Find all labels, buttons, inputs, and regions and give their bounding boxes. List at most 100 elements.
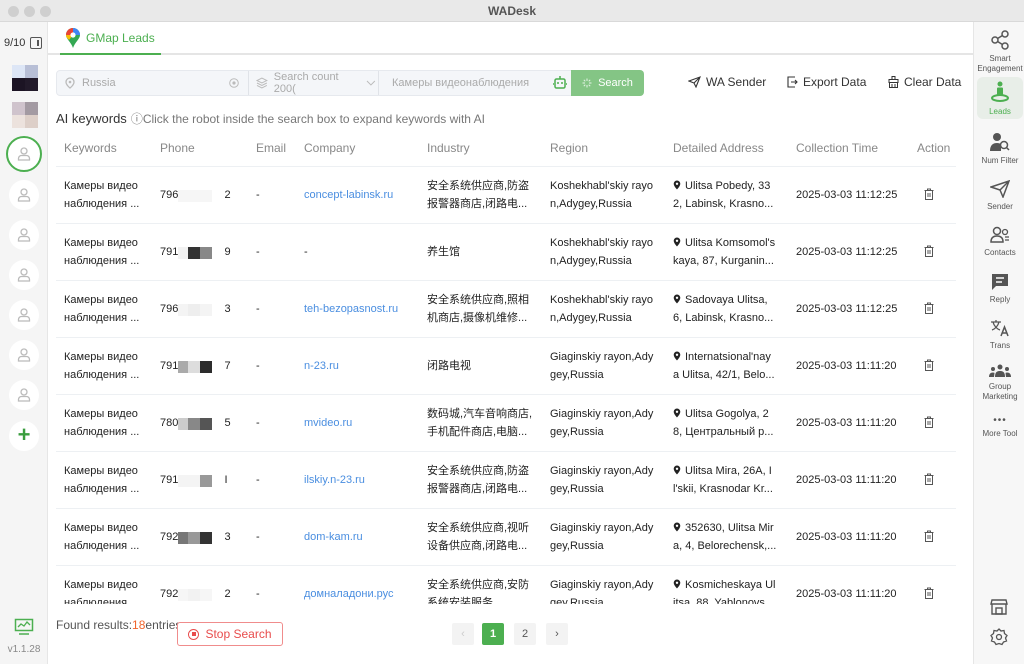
collection-time-cell: 2025-03-03 11:11:20 [796,588,897,600]
table-row[interactable]: Камеры видео наблюдения ... 7918 7- n-23.ru 闭… [56,337,956,394]
delete-trash-icon[interactable] [924,302,934,314]
column-keywords: Keywords [64,141,117,155]
stop-search-button[interactable]: Stop Search [177,622,283,646]
location-pin-icon [673,237,681,247]
tab-gmap-leads[interactable]: GMap Leads [60,22,161,55]
location-pin-icon [673,465,681,475]
industry-cell: 养生馆 [427,243,460,261]
company-link: - [304,246,308,258]
company-link[interactable]: n-23.ru [304,357,339,375]
keywords-cell: Камеры видео наблюдения ... [64,576,139,604]
collection-time-cell: 2025-03-03 11:12:25 [796,246,898,258]
nav-trans[interactable]: Trans [977,319,1023,353]
nav-label: Group [988,382,1012,391]
company-link[interactable]: mvideo.ru [304,414,352,432]
monitor-icon[interactable] [14,618,34,636]
nav-leads[interactable]: Leads [977,77,1023,119]
delete-trash-icon[interactable] [924,530,934,542]
address-line: l'skii, Krasnodar Kr... [673,483,773,495]
account-avatar[interactable] [9,300,39,330]
account-avatar[interactable] [9,340,39,370]
found-results-prefix: Found results: [56,618,133,632]
settings-gear-icon[interactable] [990,628,1008,646]
keywords-line: наблюдения ... [64,255,140,267]
store-icon[interactable] [990,598,1008,616]
account-avatar-blurred[interactable] [12,102,38,128]
ai-robot-icon[interactable] [552,75,568,91]
keywords-line: наблюдения ... [64,426,140,438]
user-icon [17,188,31,202]
search-button[interactable]: Search [571,70,644,96]
nav-num-filter[interactable]: Num Filter [977,132,1023,168]
table-row[interactable]: Камеры видео наблюдения ... 7961 3- teh-bezo… [56,280,956,337]
industry-line: 设备供应商,闭路电... [427,540,528,552]
clear-circle-icon[interactable] [229,78,239,88]
delete-trash-icon[interactable] [924,416,934,428]
table-row[interactable]: Камеры видео наблюдения ... 7918 I - ilskiy.n… [56,451,956,508]
table-row[interactable]: Камеры видео наблюдения ... 7928 3- dom-kam.… [56,508,956,565]
translate-icon [991,320,1009,337]
keywords-line: Камеры видео [64,180,138,192]
account-avatar[interactable] [9,380,39,410]
address-line: kaya, 87, Kurganin... [673,255,774,267]
clear-data-button[interactable]: Clear Data [888,75,961,89]
page-2-button[interactable]: 2 [514,623,536,645]
delete-trash-icon[interactable] [924,188,934,200]
account-avatar[interactable] [9,260,39,290]
nav-reply[interactable]: Reply [977,273,1023,307]
company-link[interactable]: ilskiy.n-23.ru [304,471,365,489]
phone-suffix: 7 [224,360,231,372]
table-row[interactable]: Камеры видео наблюдения ... 7800 5- mvideo.r… [56,394,956,451]
company-link[interactable]: домналадони.рус [304,585,394,603]
nav-more-tool[interactable]: ••• More Tool [977,416,1023,444]
user-icon [17,147,31,161]
nav-smart-engagement[interactable]: Smart Engagement [977,30,1023,74]
email-cell: - [256,303,260,315]
region-cell: Giaginskiy rayon,Ady gey,Russia [550,405,653,441]
collapse-sidebar-icon[interactable] [30,37,42,49]
account-avatar-blurred[interactable] [12,65,38,91]
region-line: Koshekhabl'skiy rayo [550,294,653,306]
nav-group-marketing[interactable]: Group Marketing [977,364,1023,406]
region-cell: Koshekhabl'skiy rayo n,Adygey,Russia [550,177,653,213]
delete-trash-icon[interactable] [924,587,934,599]
keyword-input[interactable]: Камеры видеонаблюдения [392,71,552,95]
account-avatar[interactable] [9,220,39,250]
nav-contacts[interactable]: Contacts [977,226,1023,262]
address-line: Ulitsa Pobedy, 33 [685,180,771,192]
search-count-select[interactable]: Search count 200( [256,71,376,95]
company-link[interactable]: concept-labinsk.ru [304,186,393,204]
region-line: Giaginskiy rayon,Ady [550,522,654,534]
nav-label: Leads [989,107,1011,116]
wa-sender-button[interactable]: WA Sender [688,75,766,89]
company-link[interactable]: teh-bezopasnost.ru [304,300,398,318]
company-link[interactable]: dom-kam.ru [304,528,363,546]
paper-plane-icon [688,76,701,88]
stop-search-label: Stop Search [205,627,272,641]
location-input[interactable]: Russia [65,71,245,95]
nav-sender[interactable]: Sender [977,179,1023,214]
phone-redaction [178,521,222,555]
industry-line: 安全系统供应商,照相 [427,294,530,306]
prev-page-button[interactable]: ‹ [452,623,474,645]
phone-suffix: 9 [224,246,231,258]
delete-trash-icon[interactable] [924,359,934,371]
region-line: gey,Russia [550,426,604,438]
table-row[interactable]: Камеры видео наблюдения ... 7918 9- - 养生馆 Kosh… [56,223,956,280]
tab-label: GMap Leads [86,30,155,45]
export-data-button[interactable]: Export Data [787,75,866,89]
account-avatar[interactable] [9,180,39,210]
page-1-button[interactable]: 1 [482,623,504,645]
delete-trash-icon[interactable] [924,245,934,257]
next-page-button[interactable]: › [546,623,568,645]
email-cell: - [256,474,260,486]
account-avatar-active[interactable] [6,136,42,172]
table-row[interactable]: Камеры видео наблюдения ... 7928 2- домналад… [56,565,956,604]
industry-line: 报警器商店,闭路电... [427,198,528,210]
table-row[interactable]: Камеры видео наблюдения ... 7961 2- concept-… [56,166,956,223]
phone-suffix: 2 [224,588,231,600]
delete-trash-icon[interactable] [924,473,934,485]
broom-icon [888,76,899,88]
email-cell: - [256,531,260,543]
add-account-button[interactable]: + [9,421,39,451]
